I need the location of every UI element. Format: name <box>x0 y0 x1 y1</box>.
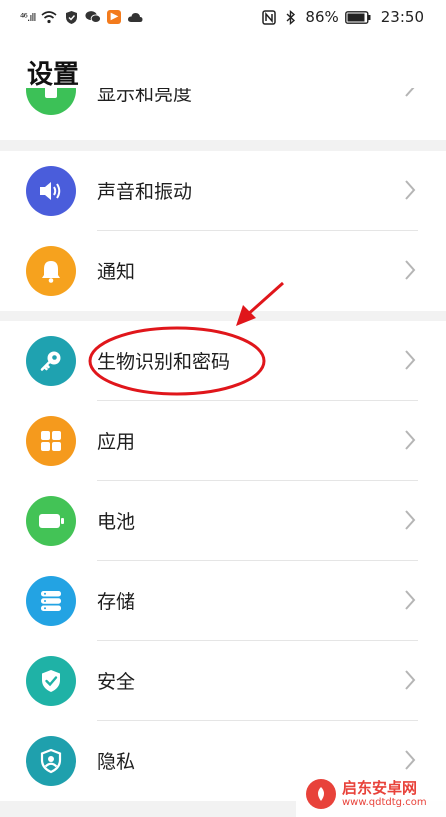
settings-item-label: 隐私 <box>97 751 136 773</box>
settings-item-battery[interactable]: 电池 <box>0 481 446 561</box>
cloud-icon <box>127 9 143 25</box>
page-title: 设置 <box>27 60 80 90</box>
signal-icon: ⁴⁶.ıll <box>20 10 37 24</box>
watermark-text: 启东安卓网 www.qdtdtg.com <box>342 780 427 808</box>
privacy-icon <box>26 736 76 786</box>
chevron-right-icon <box>405 590 416 610</box>
bluetooth-icon <box>283 9 299 25</box>
chevron-right-icon <box>405 260 416 280</box>
chevron-right-icon <box>405 510 416 530</box>
settings-item-storage[interactable]: 存储 <box>0 561 446 641</box>
settings-item-apps[interactable]: 应用 <box>0 401 446 481</box>
shield-icon <box>63 9 79 25</box>
key-icon <box>26 336 76 386</box>
chevron-right-icon <box>405 750 416 770</box>
bell-icon <box>26 246 76 296</box>
sound-icon <box>26 166 76 216</box>
chevron-right-icon <box>405 670 416 690</box>
watermark: 启东安卓网 www.qdtdtg.com <box>296 771 446 817</box>
settings-item-label: 生物识别和密码 <box>97 351 231 373</box>
chevron-right-icon <box>405 430 416 450</box>
wechat-icon <box>85 9 102 25</box>
battery-setting-icon <box>26 496 76 546</box>
settings-item-display[interactable]: 显示和亮度 <box>0 88 446 140</box>
settings-item-security[interactable]: 安全 <box>0 641 446 721</box>
battery-percent: 86% <box>305 8 339 26</box>
settings-item-label: 显示和亮度 <box>97 88 193 105</box>
settings-item-label: 安全 <box>97 671 136 693</box>
settings-item-sound[interactable]: 声音和振动 <box>0 151 446 231</box>
chevron-right-icon <box>405 350 416 370</box>
status-bar-left: ⁴⁶.ıll ▶ <box>20 9 143 25</box>
battery-icon <box>344 9 371 25</box>
settings-item-notifications[interactable]: 通知 <box>0 231 446 311</box>
settings-item-label: 应用 <box>97 431 136 453</box>
clock: 23:50 <box>380 8 424 26</box>
settings-item-label: 存储 <box>97 591 136 613</box>
app-badge-icon: ▶ <box>107 10 122 24</box>
chevron-right-icon <box>405 88 415 97</box>
settings-item-label: 声音和振动 <box>97 181 193 203</box>
watermark-main: 启东安卓网 <box>342 779 418 798</box>
security-shield-icon <box>26 656 76 706</box>
settings-item-label: 电池 <box>97 511 136 533</box>
settings-group-2: 生物识别和密码 应用 电池 存储 安全 隐私 <box>0 321 446 801</box>
chevron-right-icon <box>405 180 416 200</box>
display-icon <box>26 88 76 115</box>
wifi-icon <box>41 9 58 25</box>
nfc-icon <box>261 9 277 25</box>
settings-item-biometrics-password[interactable]: 生物识别和密码 <box>0 321 446 401</box>
status-bar: ⁴⁶.ıll ▶ 86% 23:50 <box>0 0 446 34</box>
settings-item-label: 通知 <box>97 261 136 283</box>
status-bar-right: 86% 23:50 <box>261 8 424 26</box>
watermark-sub: www.qdtdtg.com <box>342 796 427 808</box>
apps-icon <box>26 416 76 466</box>
settings-group-1: 声音和振动 通知 <box>0 151 446 311</box>
storage-icon <box>26 576 76 626</box>
watermark-logo-icon <box>306 779 336 809</box>
